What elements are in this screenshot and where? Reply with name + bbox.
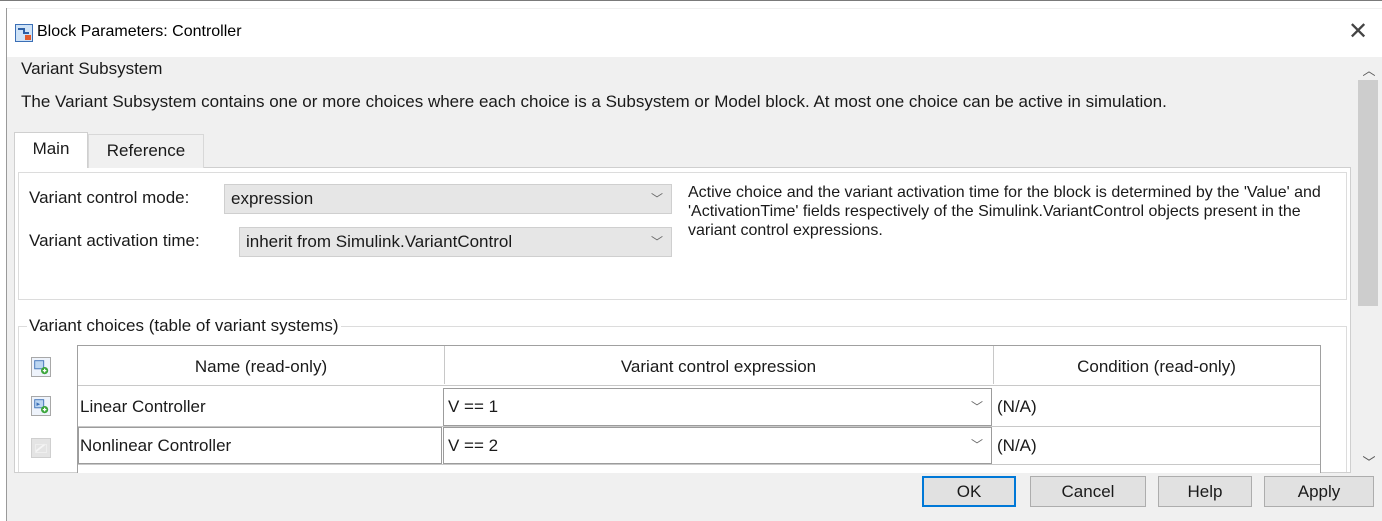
apply-button[interactable]: Apply [1264,476,1374,507]
chevron-down-icon: ﹀ [970,400,983,414]
chevron-down-icon: ﹀ [650,235,663,249]
column-header-expression[interactable]: Variant control expression [444,357,993,377]
close-icon[interactable]: ✕ [1340,14,1376,50]
row-2-expression-value: V == 2 [448,436,499,455]
control-mode-label: Variant control mode: [29,188,190,207]
row-2-condition-cell: (N/A) [997,436,1037,455]
row-divider [78,385,1320,386]
scroll-up-icon[interactable]: ︿ [1361,60,1377,78]
activation-time-label: Variant activation time: [29,231,200,250]
column-divider [993,346,994,384]
variant-choices-legend: Variant choices (table of variant system… [27,316,341,336]
simulink-app-icon [15,24,33,42]
ok-button[interactable]: OK [922,476,1016,507]
column-divider [444,346,445,384]
column-header-name[interactable]: Name (read-only) [78,357,444,377]
block-description: The Variant Subsystem contains one or mo… [21,92,1167,111]
chevron-down-icon: ﹀ [650,192,663,206]
activation-time-value: inherit from Simulink.VariantControl [246,232,513,251]
row-divider [78,464,1320,465]
open-choice-icon [31,438,51,458]
control-mode-value: expression [231,189,314,208]
control-mode-dropdown[interactable]: expression ﹀ [224,184,672,214]
tab-main[interactable]: Main [14,132,88,168]
cancel-button[interactable]: Cancel [1030,476,1146,507]
activation-time-dropdown[interactable]: inherit from Simulink.VariantControl ﹀ [239,227,672,257]
row-2-expression-field[interactable]: V == 2 ﹀ [443,427,992,464]
row-1-expression-value: V == 1 [448,397,499,416]
top-border [0,0,1382,1]
row-2-name-cell[interactable]: Nonlinear Controller [80,436,231,456]
scrollbar-thumb[interactable] [1358,80,1378,306]
activation-info-text: Active choice and the variant activation… [688,184,1321,239]
column-header-condition[interactable]: Condition (read-only) [993,357,1320,377]
row-1-condition-cell: (N/A) [997,397,1037,416]
scroll-down-icon[interactable]: ﹀ [1361,452,1377,470]
add-model-choice-icon[interactable] [31,396,51,416]
help-button[interactable]: Help [1158,476,1252,507]
row-1-name-cell[interactable]: Linear Controller [80,397,206,417]
tab-reference[interactable]: Reference [88,134,204,168]
add-subsystem-choice-icon[interactable] [31,357,51,377]
chevron-down-icon: ﹀ [970,438,983,452]
block-type-title: Variant Subsystem [21,59,163,78]
row-1-expression-field[interactable]: V == 1 ﹀ [443,388,992,426]
window-title: Block Parameters: Controller [37,23,242,40]
